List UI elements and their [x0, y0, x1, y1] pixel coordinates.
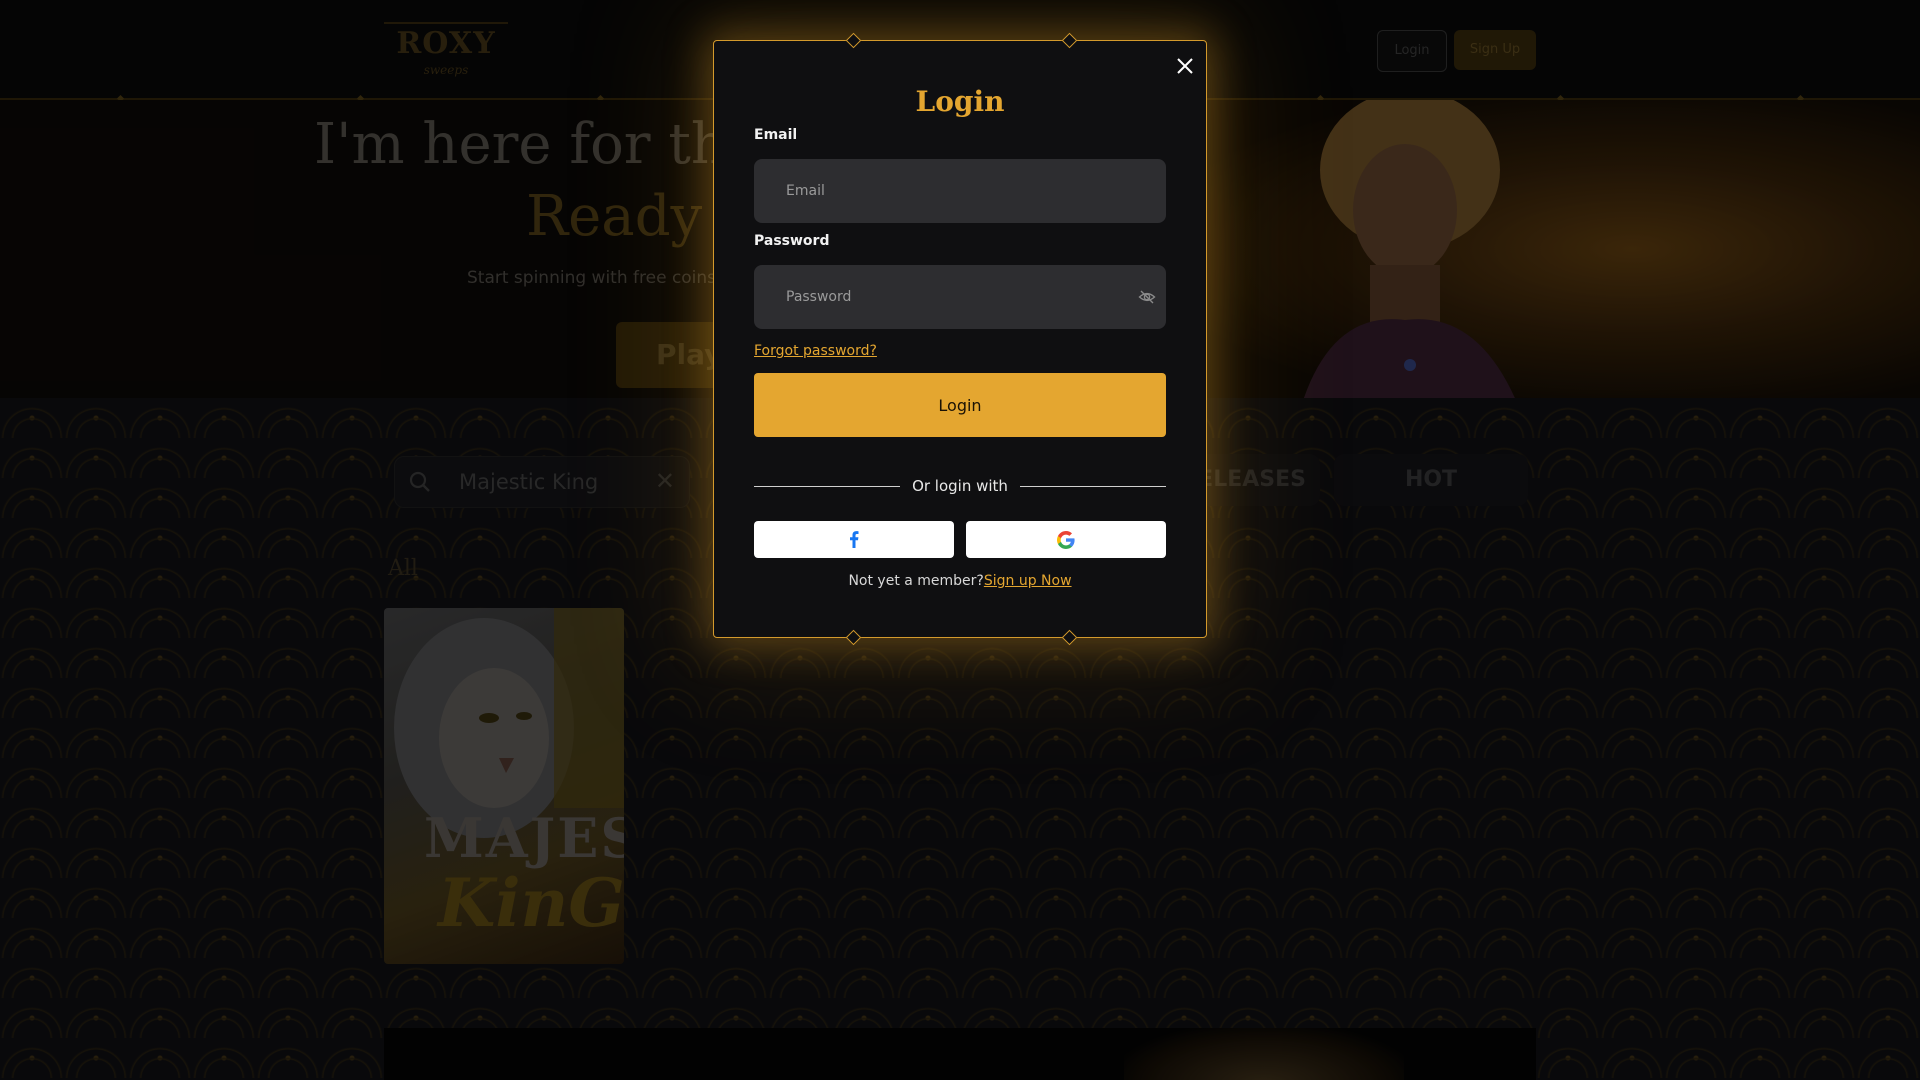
password-input[interactable] — [754, 265, 1166, 329]
signup-prompt-row: Not yet a member?Sign up Now — [714, 573, 1206, 589]
login-button[interactable]: Login — [754, 373, 1166, 437]
divider-line — [754, 485, 901, 487]
signup-prompt-text: Not yet a member? — [848, 573, 984, 589]
email-input[interactable] — [754, 159, 1166, 223]
google-icon — [1057, 530, 1075, 549]
password-label: Password — [754, 233, 830, 249]
eye-off-icon[interactable] — [1138, 288, 1156, 306]
divider-text: Or login with — [912, 477, 1008, 495]
forgot-password-link[interactable]: Forgot password? — [754, 343, 877, 359]
login-modal: Login Email Password Forgot password? Lo… — [713, 32, 1207, 646]
page: ROXY sweeps Login Sign Up I'm here for t… — [0, 0, 1920, 1080]
facebook-login-button[interactable] — [754, 521, 954, 558]
close-icon[interactable] — [1174, 55, 1196, 77]
social-divider: Or login with — [754, 476, 1166, 496]
signup-now-link[interactable]: Sign up Now — [984, 573, 1072, 589]
divider-line — [1019, 485, 1166, 487]
facebook-icon — [850, 531, 859, 548]
modal-title: Login — [915, 85, 1005, 118]
email-label: Email — [754, 127, 798, 143]
google-login-button[interactable] — [966, 521, 1166, 558]
